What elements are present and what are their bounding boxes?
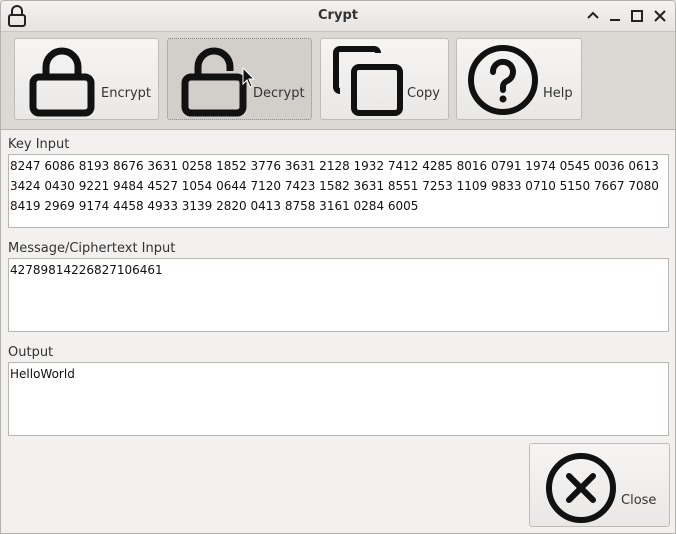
message-input-value: 42789814226827106461 [10,263,163,277]
output-label: Output [8,345,54,360]
toolbar: Encrypt Decrypt Copy Help [1,32,675,130]
help-button[interactable]: Help [456,38,582,120]
close-circle-icon [546,453,616,523]
close-label: Close [621,493,657,508]
help-icon [468,45,538,115]
output-field[interactable]: HelloWorld [8,362,669,436]
minimize-icon[interactable] [605,6,625,26]
help-label: Help [543,86,573,101]
copy-label: Copy [407,86,440,101]
decrypt-button[interactable]: Decrypt [167,38,312,120]
output-value: HelloWorld [10,367,75,381]
chevron-up-icon[interactable] [583,6,603,26]
close-icon[interactable] [650,6,670,26]
encrypt-label: Encrypt [101,86,151,101]
window-title: Crypt [318,8,358,23]
copy-button[interactable]: Copy [320,38,449,120]
key-input-value: 8247 6086 8193 8676 3631 0258 1852 3776 … [10,159,659,213]
maximize-icon[interactable] [627,6,647,26]
message-input[interactable]: 42789814226827106461 [8,258,669,332]
message-input-label: Message/Ciphertext Input [8,241,176,256]
key-input-label: Key Input [8,137,70,152]
title-bar: Crypt [1,1,675,32]
lock-icon [29,47,95,117]
encrypt-button[interactable]: Encrypt [14,38,159,120]
key-input[interactable]: 8247 6086 8193 8676 3631 0258 1852 3776 … [8,154,669,228]
copy-icon [333,46,403,116]
crypt-window: Crypt Encrypt Decrypt Copy Help Key Inpu… [0,0,676,534]
decrypt-label: Decrypt [253,86,305,101]
unlock-icon [181,47,247,117]
close-button[interactable]: Close [529,443,670,527]
mouse-cursor-icon [242,67,256,88]
